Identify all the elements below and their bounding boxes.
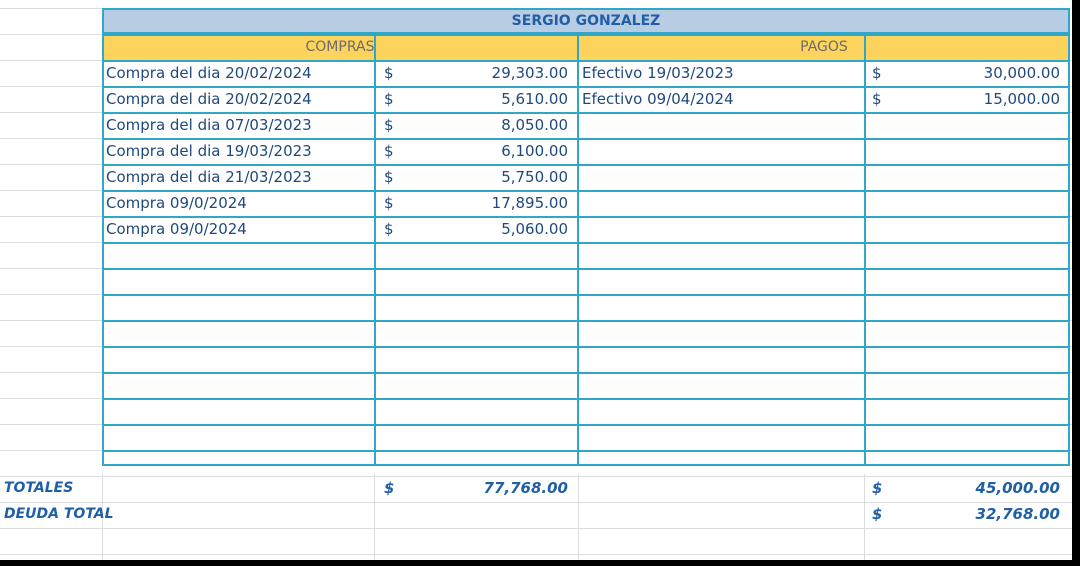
gridline-h: [0, 554, 1072, 555]
compra-amount-cell[interactable]: 8,050.00: [404, 112, 568, 138]
table-border-line: [102, 34, 1070, 36]
pagos-header-cell[interactable]: PAGOS: [578, 34, 1070, 60]
compra-currency-cell[interactable]: $: [384, 216, 404, 242]
compra-desc-cell[interactable]: Compra del dia 20/02/2024: [106, 86, 372, 112]
client-name-cell[interactable]: SERGIO GONZALEZ: [102, 8, 1070, 34]
total-compras-cell[interactable]: 77,768.00: [404, 475, 568, 501]
gridline-v: [578, 474, 579, 560]
compra-desc-cell[interactable]: Compra del dia 07/03/2023: [106, 112, 372, 138]
table-border-line: [102, 398, 1070, 400]
gridline-v: [374, 474, 375, 560]
deuda-total-label[interactable]: DEUDA TOTAL: [4, 501, 124, 527]
table-border-line: [102, 450, 1070, 452]
table-border-line: [864, 34, 866, 466]
compra-currency-cell[interactable]: $: [384, 60, 404, 86]
table-border-line: [102, 372, 1070, 374]
pago-desc-cell[interactable]: Efectivo 09/04/2024: [582, 86, 862, 112]
gridline-h: [0, 8, 102, 9]
pago-currency-cell[interactable]: $: [872, 60, 892, 86]
compra-amount-cell[interactable]: 17,895.00: [404, 190, 568, 216]
compra-currency-cell[interactable]: $: [384, 86, 404, 112]
compra-desc-cell[interactable]: Compra 09/0/2024: [106, 190, 372, 216]
compra-currency-cell[interactable]: $: [384, 190, 404, 216]
total-pagos-cell[interactable]: 45,000.00: [892, 475, 1060, 501]
table-border-line: [102, 86, 1070, 88]
gridline-h: [0, 528, 1072, 529]
compra-currency-cell[interactable]: $: [384, 138, 404, 164]
deuda-total-cell[interactable]: 32,768.00: [892, 501, 1060, 527]
gridline-h: [0, 34, 102, 35]
table-border-line: [577, 34, 579, 466]
table-border-line: [102, 190, 1070, 192]
compra-amount-cell[interactable]: 5,750.00: [404, 164, 568, 190]
compra-currency-cell[interactable]: $: [384, 164, 404, 190]
table-border-line: [102, 34, 104, 466]
pago-currency-cell[interactable]: $: [872, 86, 892, 112]
compra-amount-cell[interactable]: 29,303.00: [404, 60, 568, 86]
compra-desc-cell[interactable]: Compra del dia 19/03/2023: [106, 138, 372, 164]
compra-amount-cell[interactable]: 6,100.00: [404, 138, 568, 164]
table-border-line: [102, 216, 1070, 218]
compra-desc-cell[interactable]: Compra 09/0/2024: [106, 216, 372, 242]
table-border-line: [102, 424, 1070, 426]
total-compras-currency: $: [384, 479, 395, 497]
totales-label[interactable]: TOTALES: [4, 475, 102, 501]
compra-desc-cell[interactable]: Compra del dia 21/03/2023: [106, 164, 372, 190]
table-border-line: [102, 138, 1070, 140]
table-border-line: [102, 268, 1070, 270]
compras-header-cell[interactable]: COMPRAS: [102, 34, 578, 60]
table-border-line: [102, 320, 1070, 322]
table-border-line: [102, 164, 1070, 166]
table-border-line: [102, 60, 1070, 62]
table-border-line: [102, 242, 1070, 244]
total-pagos-currency: $: [872, 479, 883, 497]
pago-desc-cell[interactable]: Efectivo 19/03/2023: [582, 60, 862, 86]
compra-currency-cell[interactable]: $: [384, 112, 404, 138]
table-border-line: [102, 112, 1070, 114]
table-border-line: [1068, 34, 1070, 466]
compra-desc-cell[interactable]: Compra del dia 20/02/2024: [106, 60, 372, 86]
table-border-line: [102, 294, 1070, 296]
deuda-currency: $: [872, 505, 883, 523]
compra-amount-cell[interactable]: 5,060.00: [404, 216, 568, 242]
table-border-line: [102, 346, 1070, 348]
gridline-v: [864, 474, 865, 560]
table-border-line: [102, 464, 1070, 466]
compra-amount-cell[interactable]: 5,610.00: [404, 86, 568, 112]
pago-amount-cell[interactable]: 15,000.00: [892, 86, 1060, 112]
table-border-line: [374, 34, 376, 466]
spreadsheet-grid: SERGIO GONZALEZ COMPRAS PAGOS Compra del…: [0, 0, 1072, 560]
pago-amount-cell[interactable]: 30,000.00: [892, 60, 1060, 86]
